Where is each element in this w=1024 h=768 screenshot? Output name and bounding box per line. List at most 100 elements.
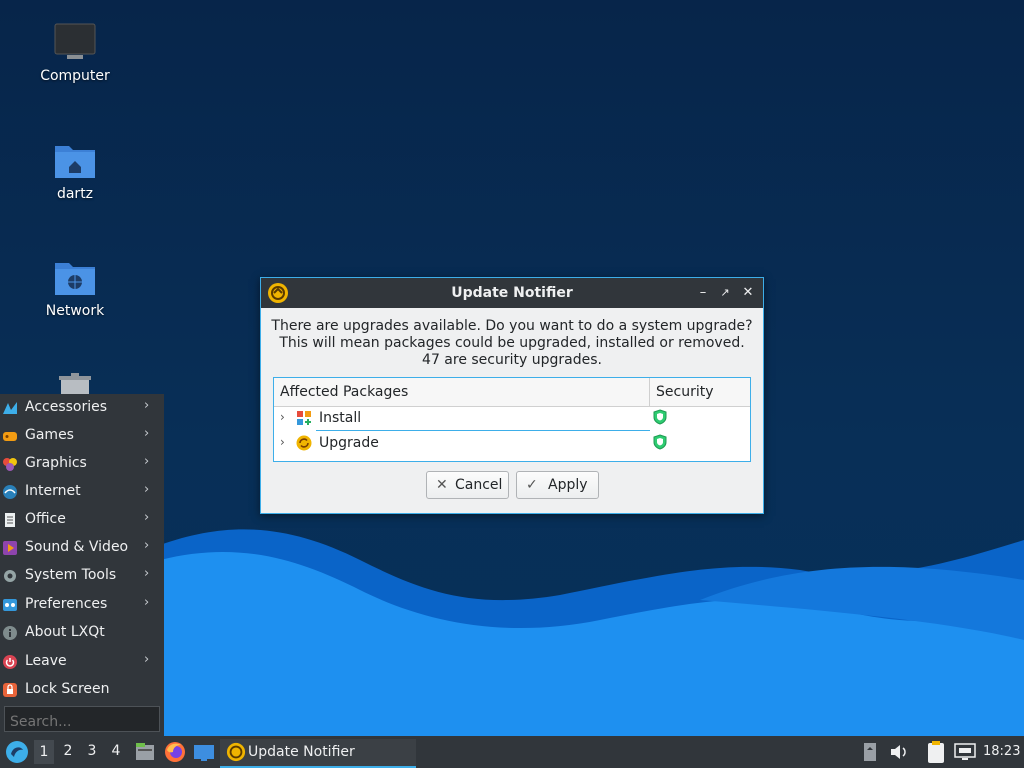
message-line: This will mean packages could be upgrade… <box>279 335 745 351</box>
cancel-button[interactable]: ✕ Cancel <box>426 471 509 499</box>
menu-item-games[interactable]: Games › <box>0 422 164 450</box>
column-separator <box>649 378 650 406</box>
desktop-icon-computer[interactable]: Computer <box>20 22 130 84</box>
task-update-notifier[interactable]: Update Notifier <box>220 739 416 768</box>
trash-icon <box>59 373 91 394</box>
apply-label: Apply <box>548 477 588 493</box>
update-notifier-icon <box>226 742 246 762</box>
volume-icon[interactable] <box>889 743 909 761</box>
menu-search-input[interactable] <box>4 706 160 732</box>
checkmark-icon: ✓ <box>526 477 538 493</box>
task-label: Update Notifier <box>248 744 355 760</box>
menu-item-office[interactable]: Office › <box>0 506 164 534</box>
show-desktop-icon[interactable] <box>193 741 215 763</box>
menu-item-internet[interactable]: Internet › <box>0 478 164 506</box>
expand-arrow-icon[interactable]: › <box>280 410 285 424</box>
menu-item-label: System Tools <box>25 567 117 583</box>
package-name: Install <box>319 410 362 426</box>
minimize-icon: – <box>699 285 707 300</box>
games-icon <box>3 432 17 441</box>
close-button[interactable]: ✕ <box>739 284 757 302</box>
workspace-3[interactable]: 3 <box>82 743 102 759</box>
firefox-icon[interactable] <box>164 741 186 763</box>
cancel-label: Cancel <box>455 477 503 493</box>
menu-item-label: Accessories <box>25 399 108 415</box>
removable-media-icon[interactable] <box>862 742 878 762</box>
clipboard-icon[interactable] <box>926 740 946 764</box>
affected-packages-table[interactable]: Affected Packages Security › Install › U… <box>273 377 751 462</box>
power-icon <box>3 655 17 669</box>
workspace-4[interactable]: 4 <box>106 743 126 759</box>
table-header: Affected Packages Security <box>274 378 750 407</box>
close-icon: ✕ <box>742 285 754 300</box>
column-header-packages[interactable]: Affected Packages <box>280 384 408 400</box>
sound-video-icon <box>3 541 17 555</box>
column-header-security[interactable]: Security <box>656 384 714 400</box>
desktop-icon-label: dartz <box>56 186 94 202</box>
maximize-button[interactable]: ↗ <box>716 284 734 302</box>
chevron-right-icon: › <box>144 398 150 413</box>
menu-item-sound-video[interactable]: Sound & Video › <box>0 534 164 562</box>
shield-icon <box>653 434 667 450</box>
clock[interactable]: 18:23 <box>983 744 1020 759</box>
network-status-icon[interactable] <box>954 743 976 761</box>
menu-item-graphics[interactable]: Graphics › <box>0 450 164 478</box>
graphics-icon <box>3 458 17 471</box>
dialog-titlebar[interactable]: Update Notifier – ↗ ✕ <box>261 278 763 308</box>
computer-icon <box>54 23 96 59</box>
chevron-right-icon: › <box>144 595 150 610</box>
menu-item-label: Office <box>25 511 66 527</box>
expand-arrow-icon[interactable]: › <box>280 435 285 449</box>
info-icon <box>3 626 17 640</box>
message-line: There are upgrades available. Do you wan… <box>271 318 753 334</box>
install-icon <box>297 411 311 425</box>
chevron-right-icon: › <box>144 426 150 441</box>
menu-item-label: Leave <box>25 653 67 669</box>
lock-icon <box>3 683 17 697</box>
chevron-right-icon: › <box>144 454 150 469</box>
menu-item-label: Sound & Video <box>25 539 129 555</box>
dialog-title: Update Notifier <box>451 285 573 301</box>
menu-item-lock-screen[interactable]: Lock Screen <box>0 676 164 704</box>
desktop-icon-home[interactable]: dartz <box>20 140 130 202</box>
office-icon <box>5 513 15 527</box>
menu-item-label: About LXQt <box>25 624 105 640</box>
menu-item-label: Games <box>25 427 74 443</box>
file-manager-icon[interactable] <box>134 741 156 763</box>
package-name: Upgrade <box>319 435 379 451</box>
desktop: Computer dartz Network Update Notifier –… <box>0 0 1024 736</box>
chevron-right-icon: › <box>144 566 150 581</box>
chevron-right-icon: › <box>144 538 150 553</box>
upgrade-icon <box>296 435 312 451</box>
menu-item-about[interactable]: About LXQt <box>0 619 164 647</box>
menu-item-system-tools[interactable]: System Tools › <box>0 562 164 590</box>
minimize-button[interactable]: – <box>694 284 712 302</box>
internet-icon <box>3 485 17 499</box>
desktop-icon-network[interactable]: Network <box>20 257 130 319</box>
taskbar: 1 2 3 4 Update Notifier 18:23 <box>0 736 1024 768</box>
workspace-2[interactable]: 2 <box>58 743 78 759</box>
chevron-right-icon: › <box>144 482 150 497</box>
home-folder-icon <box>55 146 95 178</box>
workspace-1[interactable]: 1 <box>34 740 54 764</box>
menu-item-accessories[interactable]: Accessories › <box>0 394 164 422</box>
menu-item-leave[interactable]: Leave › <box>0 648 164 676</box>
table-row-upgrade[interactable]: › Upgrade <box>274 432 750 456</box>
update-notifier-dialog: Update Notifier – ↗ ✕ There are upgrades… <box>260 277 764 514</box>
accessories-icon <box>3 402 17 414</box>
menu-item-label: Lock Screen <box>25 681 110 697</box>
apply-button[interactable]: ✓ Apply <box>516 471 599 499</box>
cancel-icon: ✕ <box>436 477 448 493</box>
table-row-install[interactable]: › Install <box>274 407 750 431</box>
desktop-icon-label: Network <box>45 303 105 319</box>
system-tools-icon <box>4 570 16 582</box>
lxqt-menu-icon[interactable] <box>5 740 29 764</box>
menu-item-label: Graphics <box>25 455 87 471</box>
preferences-icon <box>3 599 17 611</box>
maximize-icon: ↗ <box>720 286 730 299</box>
shield-icon <box>653 409 667 425</box>
application-menu: Accessories › Games › Graphics › Interne… <box>0 394 164 736</box>
network-folder-icon <box>55 263 95 295</box>
chevron-right-icon: › <box>144 510 150 525</box>
menu-item-preferences[interactable]: Preferences › <box>0 591 164 619</box>
